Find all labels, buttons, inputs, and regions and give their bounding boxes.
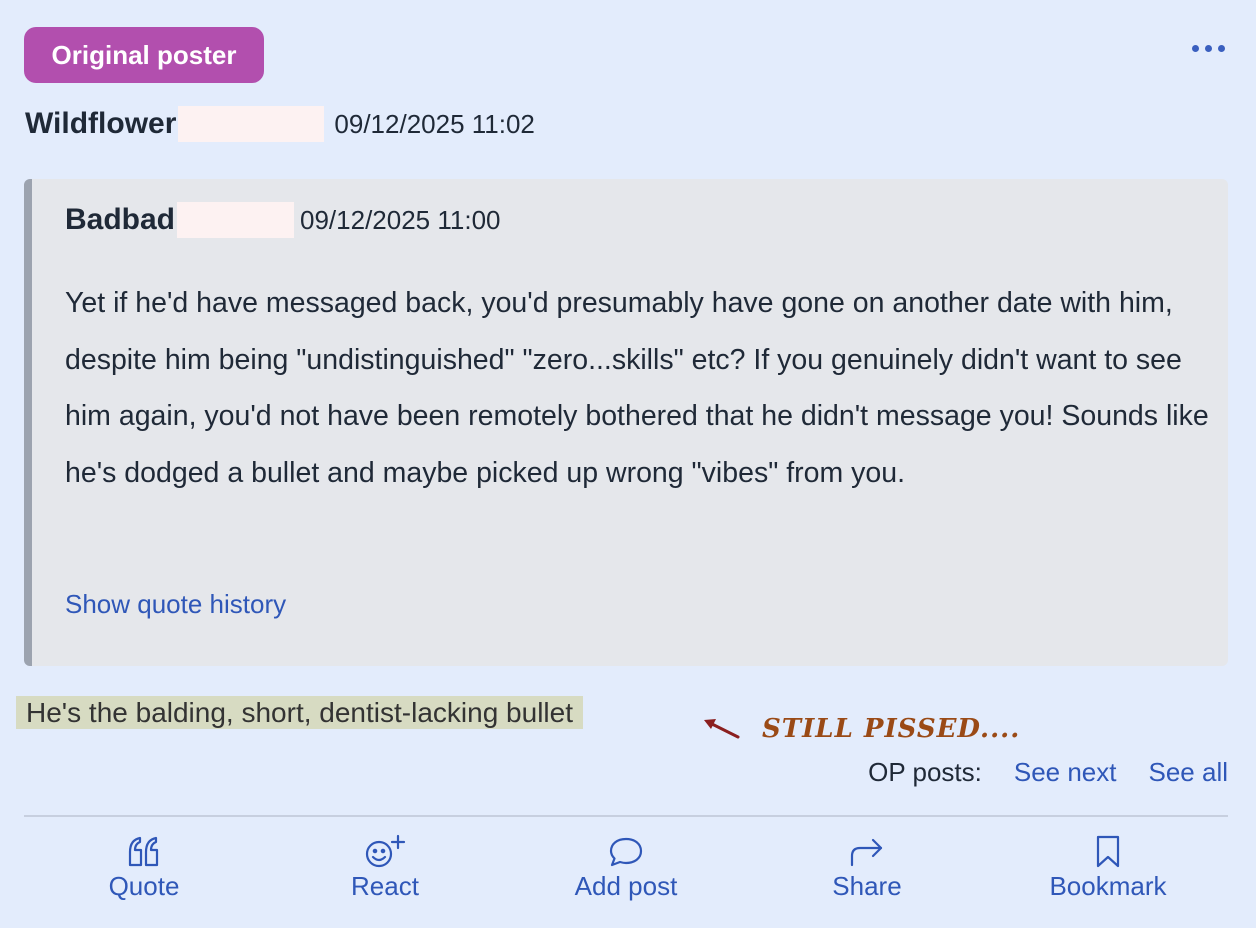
quote-author[interactable]: Badbad — [65, 203, 175, 237]
quote-body: Yet if he'd have messaged back, you'd pr… — [65, 287, 1209, 489]
show-quote-history-link[interactable]: Show quote history — [65, 589, 286, 620]
post-author[interactable]: Wildflower — [25, 107, 176, 141]
bookmark-icon — [1096, 835, 1120, 868]
quote-icon — [128, 836, 159, 867]
add-post-button[interactable]: Add post — [526, 832, 726, 912]
handwritten-annotation: STILL PISSED.... — [762, 714, 1021, 744]
post-timestamp: 09/12/2025 11:02 — [334, 108, 535, 139]
reply-text: He's the balding, short, dentist-lacking… — [16, 696, 583, 729]
op-posts-label: OP posts: — [868, 756, 982, 787]
redaction-box — [177, 202, 295, 238]
quote-button[interactable]: Quote — [44, 832, 244, 912]
speech-bubble-icon — [609, 837, 643, 867]
share-button[interactable]: Share — [767, 832, 967, 912]
see-all-link[interactable]: See all — [1149, 757, 1229, 788]
share-label: Share — [832, 871, 902, 901]
react-icon — [365, 834, 406, 868]
add-post-label: Add post — [574, 871, 678, 901]
react-label: React — [351, 871, 419, 901]
bookmark-button[interactable]: Bookmark — [1008, 832, 1208, 912]
quote-label: Quote — [108, 871, 180, 901]
see-next-link[interactable]: See next — [1014, 757, 1117, 788]
post-action-bar: Quote React Add post Share Bookmark — [24, 832, 1228, 912]
redaction-box — [178, 106, 325, 142]
post-header: Wildflower 09/12/2025 11:02 — [25, 104, 535, 144]
original-poster-badge: Original poster — [24, 27, 264, 83]
react-button[interactable]: React — [285, 832, 485, 912]
op-posts-nav: OP posts: See next See all — [868, 754, 1228, 790]
quote-timestamp: 09/12/2025 11:00 — [300, 204, 501, 235]
more-options-icon[interactable] — [1186, 38, 1230, 58]
bookmark-label: Bookmark — [1049, 871, 1167, 901]
quote-header: Badbad 09/12/2025 11:00 — [65, 201, 501, 239]
divider — [24, 815, 1228, 817]
quoted-post: Badbad 09/12/2025 11:00 Yet if he'd have… — [24, 179, 1228, 666]
annotation-arrow-icon — [704, 719, 740, 739]
share-arrow-icon — [850, 838, 883, 867]
